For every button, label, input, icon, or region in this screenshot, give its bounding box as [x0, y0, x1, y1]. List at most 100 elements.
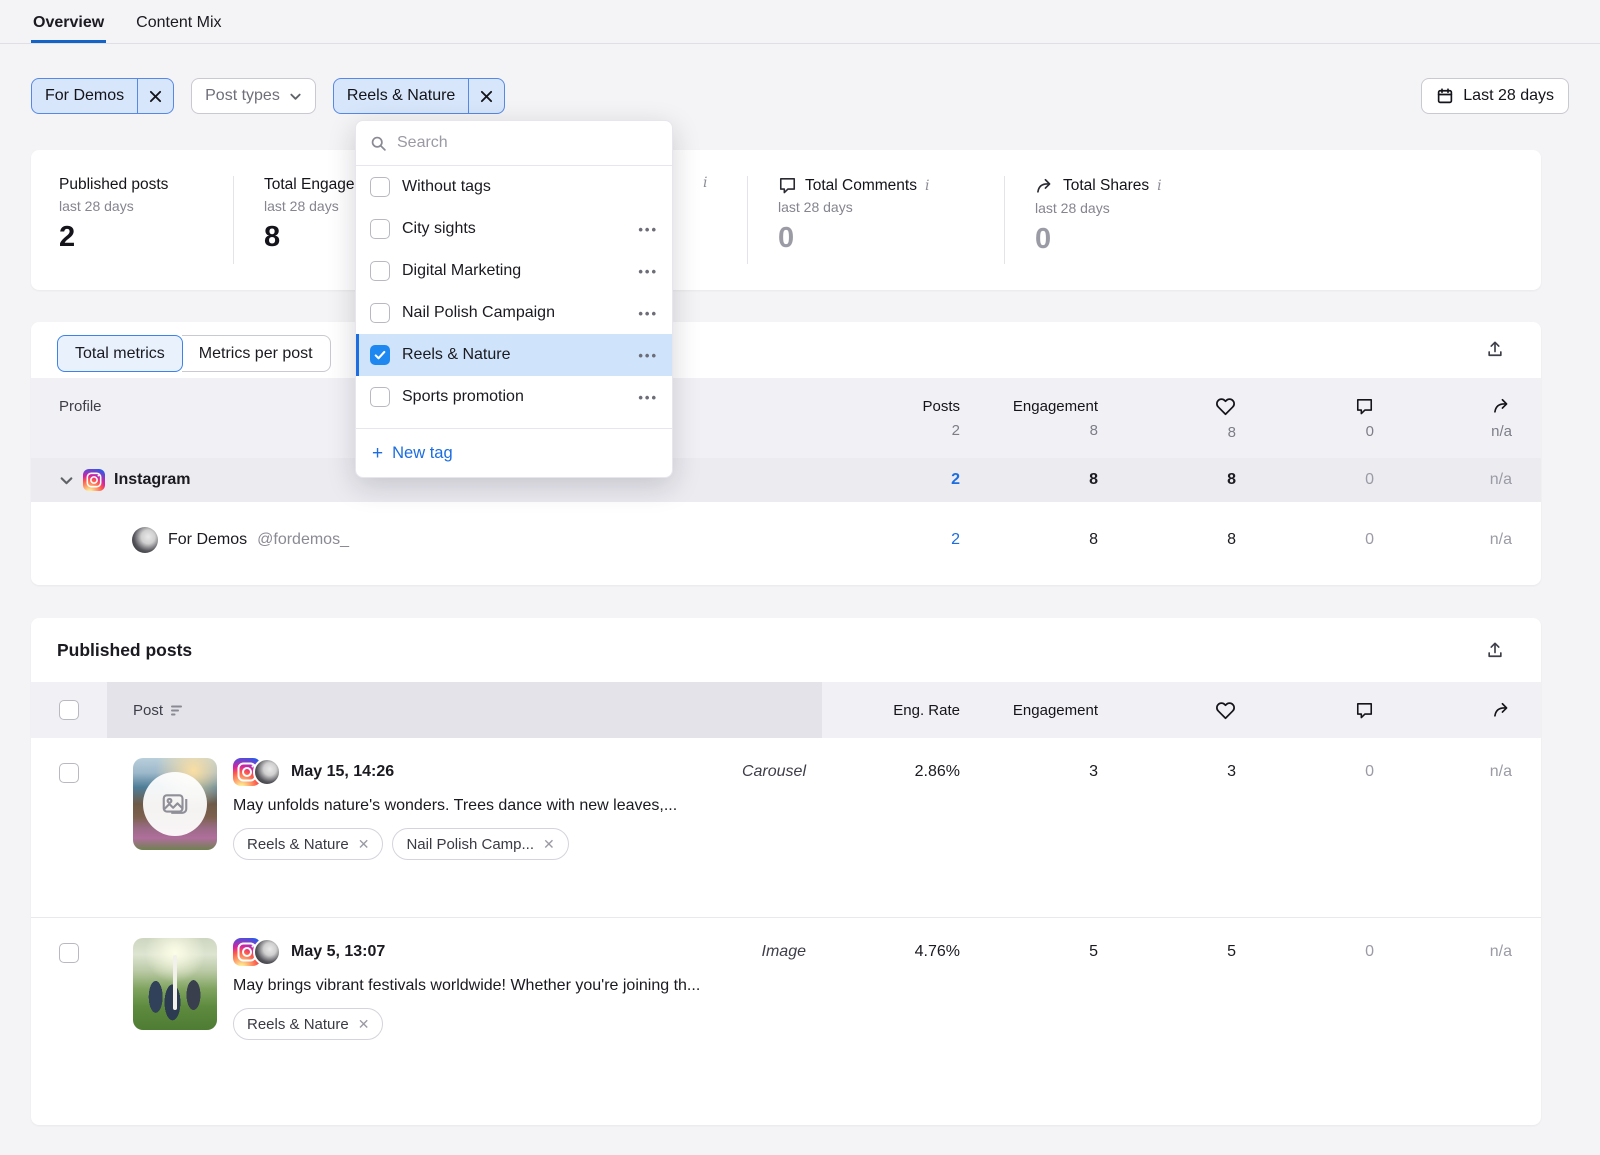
tag-remove-icon[interactable]: ✕	[358, 836, 370, 853]
profile-row[interactable]: For Demos @fordemos_ 2 8 8 0 n/a	[31, 502, 1541, 578]
toggle-metrics-per-post[interactable]: Metrics per post	[182, 335, 331, 372]
post-thumbnail[interactable]	[133, 758, 217, 850]
comments-column-header[interactable]	[1236, 682, 1374, 738]
post-column-label: Post	[133, 702, 163, 719]
engagement-column-header[interactable]: Engagement 8	[960, 378, 1098, 458]
info-icon[interactable]: i	[925, 179, 929, 193]
comment-icon	[1355, 701, 1374, 720]
checkbox[interactable]	[370, 177, 390, 197]
checkbox[interactable]	[370, 261, 390, 281]
post-thumbnail[interactable]	[133, 938, 217, 1030]
profile-filter-close-icon[interactable]	[137, 79, 173, 113]
export-icon[interactable]	[1485, 339, 1505, 359]
ig-posts-value[interactable]: 2	[822, 471, 960, 489]
post-column-header[interactable]: Post	[107, 682, 822, 738]
checkbox[interactable]	[370, 387, 390, 407]
dropdown-search[interactable]	[356, 121, 672, 166]
item-label: City sights	[402, 220, 626, 238]
dropdown-item-without-tags[interactable]: Without tags	[356, 166, 672, 208]
engagement-column-header[interactable]: Engagement	[960, 682, 1098, 738]
post-comments: 0	[1236, 738, 1374, 781]
profile-engagement-value: 8	[960, 531, 1098, 549]
shares-column-header[interactable]: n/a	[1374, 378, 1512, 458]
summary-metrics-card: Published posts last 28 days 2 Total Eng…	[31, 150, 1541, 290]
select-all-checkbox[interactable]	[59, 700, 79, 720]
engagement-column-total: 8	[1090, 422, 1098, 439]
post-type: Carousel	[742, 763, 806, 781]
tag-remove-icon[interactable]: ✕	[358, 1016, 370, 1033]
more-options-icon[interactable]: •••	[638, 306, 658, 321]
checkbox[interactable]	[370, 219, 390, 239]
more-options-icon[interactable]: •••	[638, 348, 658, 363]
profile-posts-value[interactable]: 2	[822, 531, 960, 549]
likes-column-header[interactable]: 8	[1098, 378, 1236, 458]
posts-column-header[interactable]: Posts 2	[822, 378, 960, 458]
tab-content-mix[interactable]: Content Mix	[134, 4, 223, 43]
post-row[interactable]: May 15, 14:26 Carousel May unfolds natur…	[31, 738, 1541, 917]
tag-pill[interactable]: Reels & Nature ✕	[233, 828, 383, 860]
post-shares: n/a	[1374, 738, 1512, 781]
more-options-icon[interactable]: •••	[638, 222, 658, 237]
tab-overview[interactable]: Overview	[31, 4, 106, 43]
published-posts-header: Published posts	[31, 618, 1541, 682]
summary-published-posts-value: 2	[59, 221, 233, 254]
profiles-toolbar: Total metrics Metrics per post	[31, 322, 1541, 378]
profile-filter-chip[interactable]: For Demos	[31, 78, 174, 114]
more-options-icon[interactable]: •••	[638, 390, 658, 405]
summary-total-shares-value: 0	[1035, 223, 1541, 256]
profile-name: For Demos	[168, 531, 247, 549]
sort-icon[interactable]	[171, 704, 185, 716]
item-label: Reels & Nature	[402, 346, 626, 364]
summary-total-comments-label: Total Comments	[805, 177, 917, 195]
dropdown-item-sports-promotion[interactable]: Sports promotion •••	[356, 376, 672, 418]
dropdown-item-city-sights[interactable]: City sights •••	[356, 208, 672, 250]
new-tag-button[interactable]: + New tag	[356, 428, 672, 477]
share-icon	[1492, 700, 1512, 720]
checkbox[interactable]	[370, 303, 390, 323]
post-caption[interactable]: May unfolds nature's wonders. Trees danc…	[233, 797, 806, 815]
likes-column-header[interactable]	[1098, 682, 1236, 738]
post-types-dropdown[interactable]: Post types	[191, 78, 316, 114]
chevron-down-icon	[289, 90, 302, 103]
toggle-total-metrics[interactable]: Total metrics	[57, 335, 183, 372]
more-options-icon[interactable]: •••	[638, 264, 658, 279]
instagram-group-row[interactable]: Instagram 2 8 8 0 n/a	[31, 458, 1541, 502]
shares-column-total: n/a	[1491, 423, 1512, 440]
tag-filter-close-icon[interactable]	[468, 79, 504, 113]
post-row[interactable]: May 5, 13:07 Image May brings vibrant fe…	[31, 917, 1541, 1095]
avatar	[253, 758, 281, 786]
search-icon	[370, 135, 387, 152]
info-icon[interactable]: i	[703, 176, 707, 190]
eng-rate-column-header[interactable]: Eng. Rate	[822, 682, 960, 738]
checkbox-checked[interactable]	[370, 345, 390, 365]
profile-handle: @fordemos_	[257, 531, 349, 549]
tag-label: Nail Polish Camp...	[406, 836, 534, 853]
post-likes: 5	[1098, 918, 1236, 961]
comments-column-header[interactable]: 0	[1236, 378, 1374, 458]
post-caption[interactable]: May brings vibrant festivals worldwide! …	[233, 977, 806, 995]
dropdown-item-digital-marketing[interactable]: Digital Marketing •••	[356, 250, 672, 292]
shares-column-header[interactable]	[1374, 682, 1512, 738]
engagement-label: Engagement	[1013, 702, 1098, 719]
profiles-metrics-card: Total metrics Metrics per post Profile P…	[31, 322, 1541, 585]
date-range-button[interactable]: Last 28 days	[1421, 78, 1569, 114]
row-checkbox[interactable]	[59, 943, 79, 963]
collapse-chevron-icon[interactable]	[59, 473, 74, 488]
profile-shares-value: n/a	[1374, 531, 1512, 549]
info-icon[interactable]: i	[1157, 179, 1161, 193]
dropdown-item-reels-and-nature[interactable]: Reels & Nature •••	[356, 334, 672, 376]
comment-icon	[1355, 397, 1374, 416]
tag-remove-icon[interactable]: ✕	[543, 836, 555, 853]
tag-filter-dropdown: Without tags City sights ••• Digital Mar…	[355, 120, 673, 478]
search-input[interactable]	[397, 134, 658, 152]
tag-pill[interactable]: Nail Polish Camp... ✕	[392, 828, 568, 860]
comment-icon	[778, 176, 797, 195]
filter-bar: For Demos Post types Reels & Nature Last…	[31, 78, 1569, 114]
post-eng-rate: 2.86%	[822, 738, 960, 781]
dropdown-item-nail-polish-campaign[interactable]: Nail Polish Campaign •••	[356, 292, 672, 334]
row-checkbox[interactable]	[59, 763, 79, 783]
tag-filter-chip[interactable]: Reels & Nature	[333, 78, 506, 114]
export-icon[interactable]	[1485, 640, 1505, 660]
tag-pill[interactable]: Reels & Nature ✕	[233, 1008, 383, 1040]
summary-period: last 28 days	[59, 198, 233, 214]
